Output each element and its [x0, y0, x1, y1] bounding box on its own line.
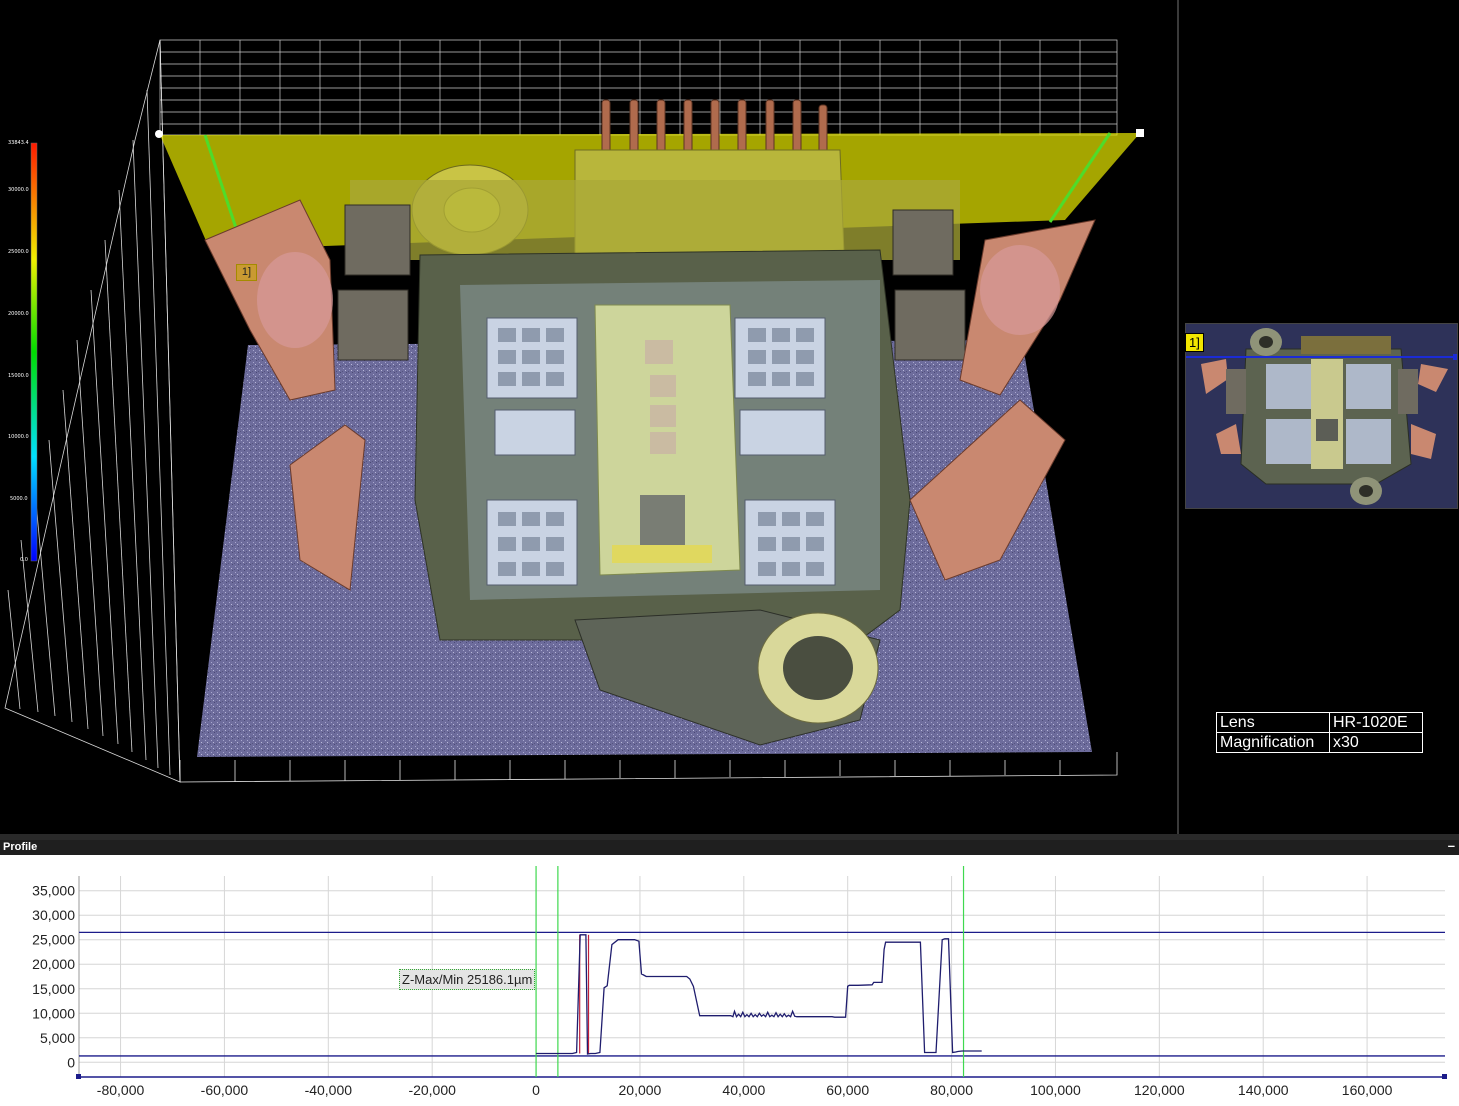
plane-handle-right: [1136, 129, 1144, 137]
colorbar-tick: 30000.0: [8, 187, 29, 193]
lens-value: HR-1020E: [1329, 712, 1423, 733]
x-tick-label: -80,000: [97, 1082, 145, 1098]
profile-marker-label[interactable]: 1]: [236, 264, 257, 281]
colorbar-tick: 33843.4: [8, 140, 29, 146]
y-tick-label: 15,000: [32, 981, 75, 997]
profile-titlebar: Profile –: [0, 838, 1459, 855]
y-tick-label: 0: [67, 1054, 75, 1070]
x-tick-label: 0: [532, 1082, 540, 1098]
colorbar-tick: 10000.0: [8, 434, 29, 440]
x-tick-label: 80,000: [930, 1082, 973, 1098]
x-tick-label: 100,000: [1030, 1082, 1081, 1098]
colorbar-tick: 0.0: [20, 557, 28, 563]
x-axis-handle-left: [76, 1074, 81, 1079]
y-tick-label: 20,000: [32, 956, 75, 972]
profile-chart[interactable]: -80,000 -60,000 -40,000 -20,000 0 20,000 40,00…: [0, 855, 1459, 1106]
magnification-key: Magnification: [1216, 732, 1330, 753]
minimize-button[interactable]: –: [1448, 838, 1455, 853]
x-tick-label: 140,000: [1238, 1082, 1289, 1098]
floor-grid: [179, 752, 1118, 783]
x-tick-label: 160,000: [1342, 1082, 1393, 1098]
y-tick-label: 5,000: [40, 1030, 75, 1046]
x-tick-label: -60,000: [201, 1082, 249, 1098]
y-tick-label: 30,000: [32, 907, 75, 923]
profile-chart-panel[interactable]: -80,000 -60,000 -40,000 -20,000 0 20,000 40,00…: [0, 855, 1459, 1106]
magnification-value: x30: [1329, 732, 1423, 753]
plane-handle-left: [155, 130, 163, 138]
thumbnail-marker-label[interactable]: 1]: [1185, 333, 1204, 352]
x-tick-label: 120,000: [1134, 1082, 1185, 1098]
y-tick-label: 35,000: [32, 883, 75, 899]
lens-row: Lens HR-1020E: [1216, 712, 1423, 733]
lens-info-table: Lens HR-1020E Magnification x30: [1216, 712, 1423, 753]
profile-title: Profile: [3, 841, 38, 853]
colorbar-tick: 15000.0: [8, 373, 29, 379]
y-tick-label: 10,000: [32, 1005, 75, 1021]
lens-key: Lens: [1216, 712, 1330, 733]
x-tick-label: 60,000: [826, 1082, 869, 1098]
x-tick-label: -20,000: [408, 1082, 456, 1098]
x-tick-label: -40,000: [305, 1082, 353, 1098]
3d-view-panel[interactable]: 33843.4 30000.0 25000.0 20000.0 15000.0 …: [0, 0, 1177, 834]
x-tick-label: 40,000: [722, 1082, 765, 1098]
x-tick-label: 20,000: [619, 1082, 662, 1098]
x-axis-handle-right: [1442, 1074, 1447, 1079]
zmax-min-annotation[interactable]: Z-Max/Min 25186.1µm: [399, 969, 536, 990]
magnification-row: Magnification x30: [1216, 732, 1423, 753]
overview-thumbnail[interactable]: [1185, 323, 1458, 509]
colorbar-tick: 20000.0: [8, 311, 29, 317]
y-tick-label: 25,000: [32, 932, 75, 948]
height-colorbar: [30, 142, 38, 562]
overview-pane: [1179, 0, 1459, 834]
colorbar-tick: 5000.0: [10, 496, 28, 502]
colorbar-tick: 25000.0: [8, 249, 29, 255]
3d-scene[interactable]: [0, 0, 1177, 834]
profile-series-line: [536, 934, 982, 1055]
